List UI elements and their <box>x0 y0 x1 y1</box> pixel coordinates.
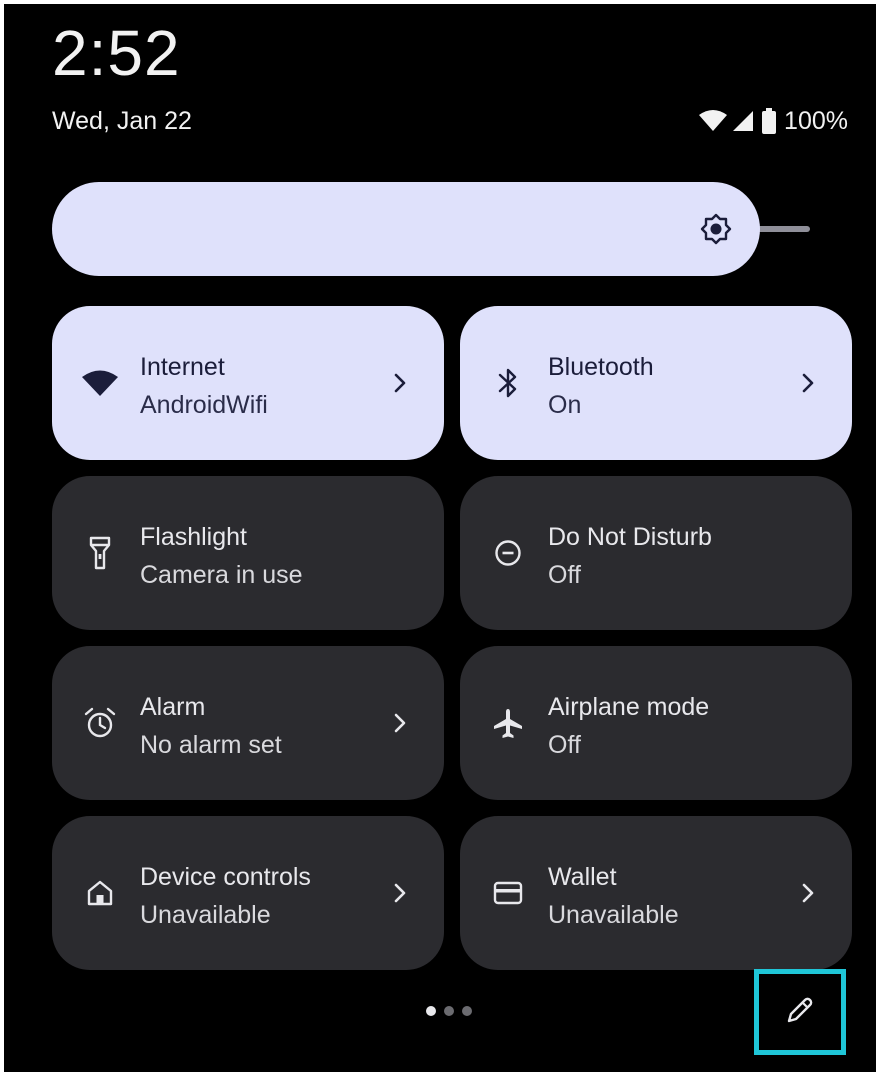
wifi-icon <box>698 110 728 132</box>
tile-title: Device controls <box>140 863 311 891</box>
tile-title: Bluetooth <box>548 353 654 381</box>
do-not-disturb-icon <box>490 535 526 571</box>
airplane-mode-tile[interactable]: Airplane mode Off <box>460 646 852 800</box>
wifi-icon <box>82 365 118 401</box>
page-dot-active[interactable] <box>426 1006 436 1016</box>
brightness-slider[interactable] <box>52 182 760 276</box>
internet-tile[interactable]: Internet AndroidWifi <box>52 306 444 460</box>
home-icon <box>82 875 118 911</box>
chevron-right-icon <box>386 369 414 397</box>
flashlight-tile[interactable]: Flashlight Camera in use <box>52 476 444 630</box>
tile-title: Do Not Disturb <box>548 523 712 551</box>
brightness-slider-track[interactable] <box>756 226 810 232</box>
battery-percentage: 100% <box>784 107 848 135</box>
tile-title: Flashlight <box>140 523 247 551</box>
date[interactable]: Wed, Jan 22 <box>52 104 192 138</box>
tile-subtitle: Unavailable <box>548 901 679 929</box>
quick-settings-panel: 2:52 Wed, Jan 22 100% Internet AndroidWi… <box>4 4 876 1072</box>
airplane-icon <box>490 705 526 741</box>
wallet-tile[interactable]: Wallet Unavailable <box>460 816 852 970</box>
chevron-right-icon <box>386 879 414 907</box>
tile-title: Internet <box>140 353 225 381</box>
alarm-icon <box>82 705 118 741</box>
pencil-icon <box>783 993 817 1032</box>
page-dot[interactable] <box>462 1006 472 1016</box>
edit-button[interactable] <box>754 969 846 1055</box>
status-icons: 100% <box>698 104 848 138</box>
chevron-right-icon <box>794 879 822 907</box>
tile-subtitle: Unavailable <box>140 901 271 929</box>
device-controls-tile[interactable]: Device controls Unavailable <box>52 816 444 970</box>
cellular-signal-icon <box>732 110 754 132</box>
page-indicator <box>426 1006 472 1016</box>
wallet-icon <box>490 875 526 911</box>
page-dot[interactable] <box>444 1006 454 1016</box>
bluetooth-tile[interactable]: Bluetooth On <box>460 306 852 460</box>
tile-subtitle: No alarm set <box>140 731 282 759</box>
tile-subtitle: Off <box>548 731 581 759</box>
tile-subtitle: On <box>548 391 582 419</box>
alarm-tile[interactable]: Alarm No alarm set <box>52 646 444 800</box>
chevron-right-icon <box>386 709 414 737</box>
chevron-right-icon <box>794 369 822 397</box>
bluetooth-icon <box>490 365 526 401</box>
clock[interactable]: 2:52 <box>52 14 181 92</box>
tile-title: Alarm <box>140 693 206 721</box>
tile-subtitle: Off <box>548 561 581 589</box>
brightness-icon <box>700 213 732 245</box>
tile-title: Wallet <box>548 863 617 891</box>
tile-title: Airplane mode <box>548 693 710 721</box>
tile-subtitle: AndroidWifi <box>140 391 268 419</box>
battery-icon <box>762 108 777 134</box>
flashlight-icon <box>82 535 118 571</box>
do-not-disturb-tile[interactable]: Do Not Disturb Off <box>460 476 852 630</box>
tile-subtitle: Camera in use <box>140 561 303 589</box>
